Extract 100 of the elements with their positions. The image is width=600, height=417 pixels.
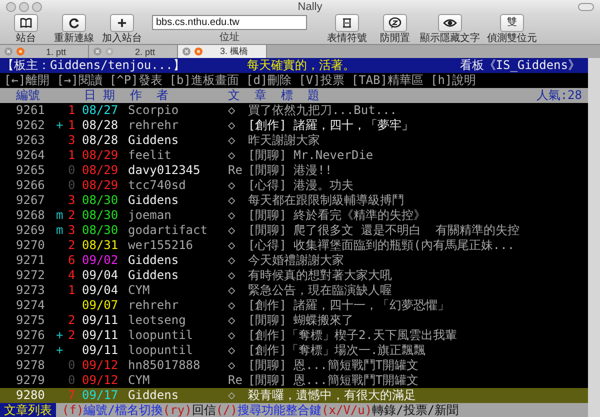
status-hint: (x/V/u) <box>322 403 372 417</box>
post-title: [心得] 收集禪堡面臨到的瓶頸(內有馬尾正妹... <box>248 238 515 252</box>
post-date: 08/29 <box>82 163 118 177</box>
toolbar-glyph: 雙 <box>507 17 517 29</box>
tab[interactable]: 3. 楓橋 <box>178 45 267 58</box>
post-prefix: ◇ <box>228 253 236 267</box>
post-mark: m <box>56 208 64 222</box>
toolbar-button[interactable]: 防閒置 <box>373 14 417 44</box>
toolbar-button[interactable]: 加入站台 <box>100 14 144 44</box>
recommend-count: 7 <box>68 388 76 402</box>
post-author: loopuntil <box>128 328 194 342</box>
post-prefix: ◇ <box>228 358 236 372</box>
speech-bubble-icon <box>387 15 403 31</box>
post-title: [心得] 港漫。功夫 <box>248 178 354 192</box>
recommend-count: 0 <box>68 373 76 387</box>
post-date: 09/11 <box>82 313 118 327</box>
status-hint: 搜尋功能整合鍵 <box>238 403 322 417</box>
field-label: 位址 <box>220 32 240 43</box>
board-name: 看板《IS_Giddens》 <box>460 58 580 73</box>
moderator-text: 【板主：Giddens/tenjou...】 <box>2 58 185 73</box>
post-prefix: ◇ <box>228 133 236 147</box>
post-date: 08/29 <box>82 178 118 192</box>
post-title: [閒聊] 港漫!! <box>248 163 332 177</box>
close-icon <box>182 47 191 56</box>
post-number: 9263 <box>16 133 45 147</box>
post-title: [創作]「奪標」場次一.旗正飄飄 <box>248 343 426 357</box>
post-title: 每天都在跟限制級輔導級搏鬥 <box>248 193 404 207</box>
mode-label: 文章列表 <box>0 403 56 417</box>
column-header: 文 章 標 題 <box>228 88 320 103</box>
post-prefix: ◇ <box>228 298 236 312</box>
post-author: rehrehr <box>128 298 179 312</box>
post-number: 9273 <box>16 283 45 297</box>
post-number: 9264 <box>16 148 45 162</box>
tab[interactable]: 2. ptt <box>89 45 178 58</box>
recommend-count: 4 <box>68 268 76 282</box>
post-title: [閒聊] Mr.NeverDie <box>248 148 374 162</box>
toolbar-button[interactable]: 站台 <box>4 14 48 44</box>
post-date: 09/12 <box>82 373 118 387</box>
status-hint: 轉錄/投票/新聞 <box>372 403 459 417</box>
popularity-count: 人氣:28 <box>536 88 582 103</box>
post-author: hn85017888 <box>128 358 200 372</box>
post-date: 09/04 <box>82 283 118 297</box>
post-prefix: ◇ <box>228 208 236 222</box>
column-header: 編號 <box>16 88 41 103</box>
post-title: [創作]「奪標」楔子2.天下風雲出我輩 <box>248 328 457 342</box>
post-prefix: ◇ <box>228 283 236 297</box>
toolbar-button[interactable]: 雙 偵測雙位元 <box>483 14 541 44</box>
post-prefix: ◇ <box>228 148 236 162</box>
post-author: Scorpio <box>128 103 179 117</box>
post-title: 買了依然九把刀...But... <box>248 103 398 117</box>
toolbar-button[interactable]: 表情符號 <box>325 14 369 44</box>
toolbar-button[interactable]: 重新連線 <box>52 14 96 44</box>
post-number: 9279 <box>16 373 45 387</box>
post-number: 9272 <box>16 268 45 282</box>
post-prefix: ◇ <box>228 313 236 327</box>
post-title: [創作] 諸羅，四十，「夢牢」 <box>248 118 414 132</box>
status-hint: (/) <box>216 403 238 417</box>
post-prefix: ◇ <box>228 343 236 357</box>
close-icon <box>93 47 102 56</box>
post-author: Giddens <box>128 193 179 207</box>
post-title: [閒聊] 蝴蝶搬來了 <box>248 313 354 327</box>
tab[interactable]: 1. ptt <box>0 45 89 58</box>
address-field[interactable]: bbs.cs.nthu.edu.tw <box>152 15 307 30</box>
post-date: 09/07 <box>82 298 118 312</box>
post-mark: + <box>56 118 64 132</box>
selected-row-highlight[interactable]: 9280 7 09/17 Giddens ◇ 殺青囉，遺憾中，有很大的滿足 <box>0 388 588 403</box>
recommend-count: 1 <box>68 283 76 297</box>
column-header: 作 者 <box>130 88 170 103</box>
post-mark: + <box>56 328 64 342</box>
post-title: 殺青囉，遺憾中，有很大的滿足 <box>248 388 416 402</box>
post-author: godartifact <box>128 223 208 237</box>
key-hint: [→]閱讀 <box>56 73 102 88</box>
post-number: 9269 <box>16 223 45 237</box>
post-author: CYM <box>128 283 150 297</box>
post-prefix: ◇ <box>228 238 236 252</box>
toolbar-toggle-icon <box>578 3 594 11</box>
toolbar-button[interactable]: 顯示隱藏文字 <box>421 14 479 44</box>
post-title: 有時候真的想對著大家大吼 <box>248 268 392 282</box>
recommend-count: 2 <box>68 313 76 327</box>
key-hint: [b]進板畫面 <box>169 73 239 88</box>
post-prefix: ◇ <box>228 268 236 282</box>
post-prefix: Re <box>228 373 242 387</box>
post-number: 9267 <box>16 193 45 207</box>
post-number: 9271 <box>16 253 45 267</box>
post-mark: m <box>56 223 64 237</box>
post-title: [閒聊] 終於看完《精準的失控》 <box>248 208 426 222</box>
recommend-count: 3 <box>68 193 76 207</box>
window-title: Nally <box>296 0 324 14</box>
post-title: [閒聊] 恩...簡短戰鬥T開罐文 <box>248 358 419 372</box>
post-title: 今天婚禮謝謝大家 <box>248 253 344 267</box>
post-date: 08/30 <box>82 193 118 207</box>
recommend-count: 0 <box>68 358 76 372</box>
status-hint: 回信 <box>192 403 216 417</box>
post-prefix: ◇ <box>228 103 236 117</box>
post-number: 9278 <box>16 358 45 372</box>
post-title: [閒聊] 爬了很多文 還是不明白 有關精準的失控 <box>248 223 520 237</box>
recommend-count: 3 <box>68 223 76 237</box>
post-date: 08/28 <box>82 133 118 147</box>
board-motto: 每天確實的，活著。 <box>246 58 355 73</box>
post-number: 9276 <box>16 328 45 342</box>
